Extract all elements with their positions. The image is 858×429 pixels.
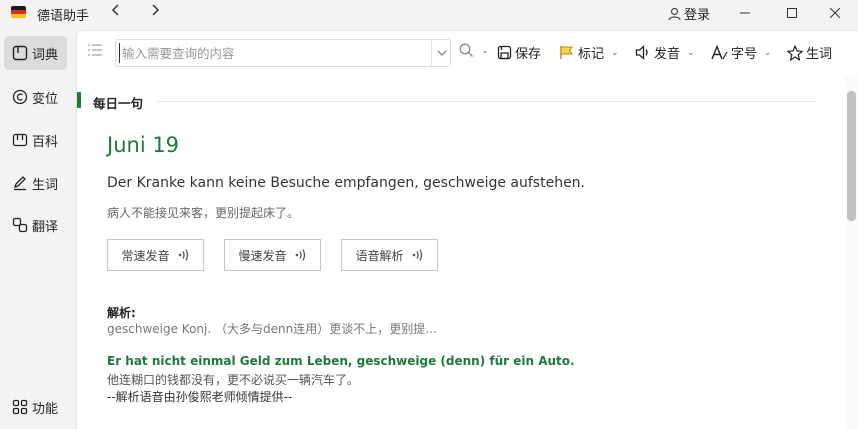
search-box: [115, 39, 451, 67]
save-label: 保存: [515, 47, 542, 62]
close-button[interactable]: [812, 0, 858, 26]
main-panel: ⌄ 保存 标记 ⌄ 发音 ⌄ 字号 ⌄ 生词 每日一句 Juni 19: [76, 30, 858, 429]
app-title: 德语助手: [37, 9, 90, 24]
sidebar-item-label: 百科: [32, 134, 59, 150]
sidebar-item-label: 变位: [32, 91, 59, 107]
chevron-down-icon: ⌄: [764, 47, 772, 58]
vocabulary-button[interactable]: 生词: [787, 43, 832, 62]
audio-button-label: 慢速发音: [238, 248, 287, 263]
toolbar: ⌄ 保存 标记 ⌄ 发音 ⌄ 字号 ⌄ 生词: [77, 31, 858, 75]
save-icon: [497, 45, 512, 60]
analysis-label: 解析:: [107, 306, 136, 320]
chevron-down-icon: [437, 50, 446, 56]
search-icon: [459, 43, 473, 57]
analysis-text: geschweige Konj. （大多与denn连用）更谈不上，更别提...: [107, 322, 437, 336]
sidebar-item-functions[interactable]: 功能: [4, 390, 67, 424]
functions-grid-icon: [12, 399, 28, 415]
sidebar-item-vocabulary[interactable]: 生词: [4, 166, 67, 200]
daily-translation: 病人不能接见来客，更别提起床了。: [107, 206, 300, 220]
sidebar-item-label: 生词: [32, 177, 59, 193]
sidebar-item-conjugation[interactable]: 变位: [4, 80, 67, 114]
login-button[interactable]: 登录: [668, 4, 710, 23]
normal-speed-audio-button[interactable]: 常速发音: [107, 239, 204, 271]
star-icon: [787, 44, 803, 61]
audio-button-label: 常速发音: [121, 248, 170, 263]
vertical-scrollbar[interactable]: [845, 75, 858, 429]
user-icon: [668, 7, 681, 20]
search-history-dropdown[interactable]: [431, 40, 451, 66]
mark-button[interactable]: 标记 ⌄: [559, 43, 619, 62]
minimize-icon: [740, 12, 750, 14]
chevron-right-icon: [152, 4, 160, 16]
sidebar-item-dictionary[interactable]: 词典: [4, 36, 67, 70]
speaker-icon: [635, 45, 648, 60]
font-size-button[interactable]: 字号 ⌄: [711, 43, 772, 62]
sidebar-item-label: 翻译: [32, 219, 59, 235]
pronounce-button[interactable]: 发音 ⌄: [635, 43, 695, 62]
sidebar-item-label: 词典: [32, 47, 59, 63]
chevron-down-icon: ⌄: [687, 47, 695, 58]
search-input[interactable]: [119, 43, 419, 63]
sidebar: 词典 变位 百科 生词 翻译 功能: [0, 26, 72, 429]
save-button[interactable]: 保存: [497, 43, 541, 62]
scrollbar-thumb[interactable]: [847, 91, 856, 221]
audio-credit: --解析语音由孙俊熙老师倾情提供--: [107, 390, 293, 404]
close-icon: [830, 8, 840, 18]
voice-analysis-audio-button[interactable]: 语音解析: [341, 239, 438, 271]
sound-wave-icon: [295, 249, 305, 261]
chevron-down-icon: ⌄: [481, 45, 489, 56]
title-bar: 德语助手 登录: [0, 0, 858, 26]
sidebar-item-translate[interactable]: 翻译: [4, 208, 67, 242]
font-size-icon: [711, 45, 728, 60]
section-divider: [157, 101, 817, 102]
sidebar-item-encyclopedia[interactable]: 百科: [4, 123, 67, 157]
font-size-label: 字号: [731, 47, 758, 62]
section-accent-bar: [77, 92, 81, 108]
list-icon: [88, 44, 102, 56]
forward-button[interactable]: [148, 3, 162, 21]
daily-sentence: Der Kranke kann keine Besuche empfangen,…: [107, 175, 586, 191]
maximize-icon: [787, 8, 797, 18]
mark-label: 标记: [578, 47, 605, 62]
back-button[interactable]: [109, 3, 123, 21]
chevron-left-icon: [111, 4, 119, 16]
daily-sentence-panel: 每日一句 Juni 19 Der Kranke kann keine Besuc…: [77, 75, 845, 429]
daily-date: Juni 19: [107, 133, 180, 157]
maximize-button[interactable]: [769, 0, 815, 26]
sound-wave-icon: [412, 249, 422, 261]
encyclopedia-icon: [12, 133, 28, 147]
slow-speed-audio-button[interactable]: 慢速发音: [224, 239, 321, 271]
history-list-button[interactable]: [87, 43, 103, 61]
german-flag-icon: [11, 6, 26, 18]
search-button[interactable]: ⌄: [459, 43, 489, 58]
sound-wave-icon: [178, 249, 188, 261]
translate-icon: [12, 217, 28, 233]
vocabulary-label: 生词: [806, 47, 833, 62]
example-sentence-german: Er hat nicht einmal Geld zum Leben, gesc…: [107, 354, 575, 368]
chevron-down-icon: ⌄: [611, 47, 619, 58]
flag-icon: [560, 46, 573, 59]
minimize-button[interactable]: [722, 0, 768, 26]
conjugation-icon: [12, 89, 28, 105]
pronounce-label: 发音: [654, 47, 681, 62]
dictionary-icon: [12, 45, 28, 61]
login-label: 登录: [684, 8, 711, 23]
sidebar-item-label: 功能: [32, 401, 59, 417]
vocabulary-icon: [13, 176, 26, 191]
section-title: 每日一句: [93, 96, 144, 111]
example-sentence-chinese: 他连糊口的钱都没有，更不必说买一辆汽车了。: [107, 373, 360, 387]
audio-button-label: 语音解析: [355, 248, 404, 263]
